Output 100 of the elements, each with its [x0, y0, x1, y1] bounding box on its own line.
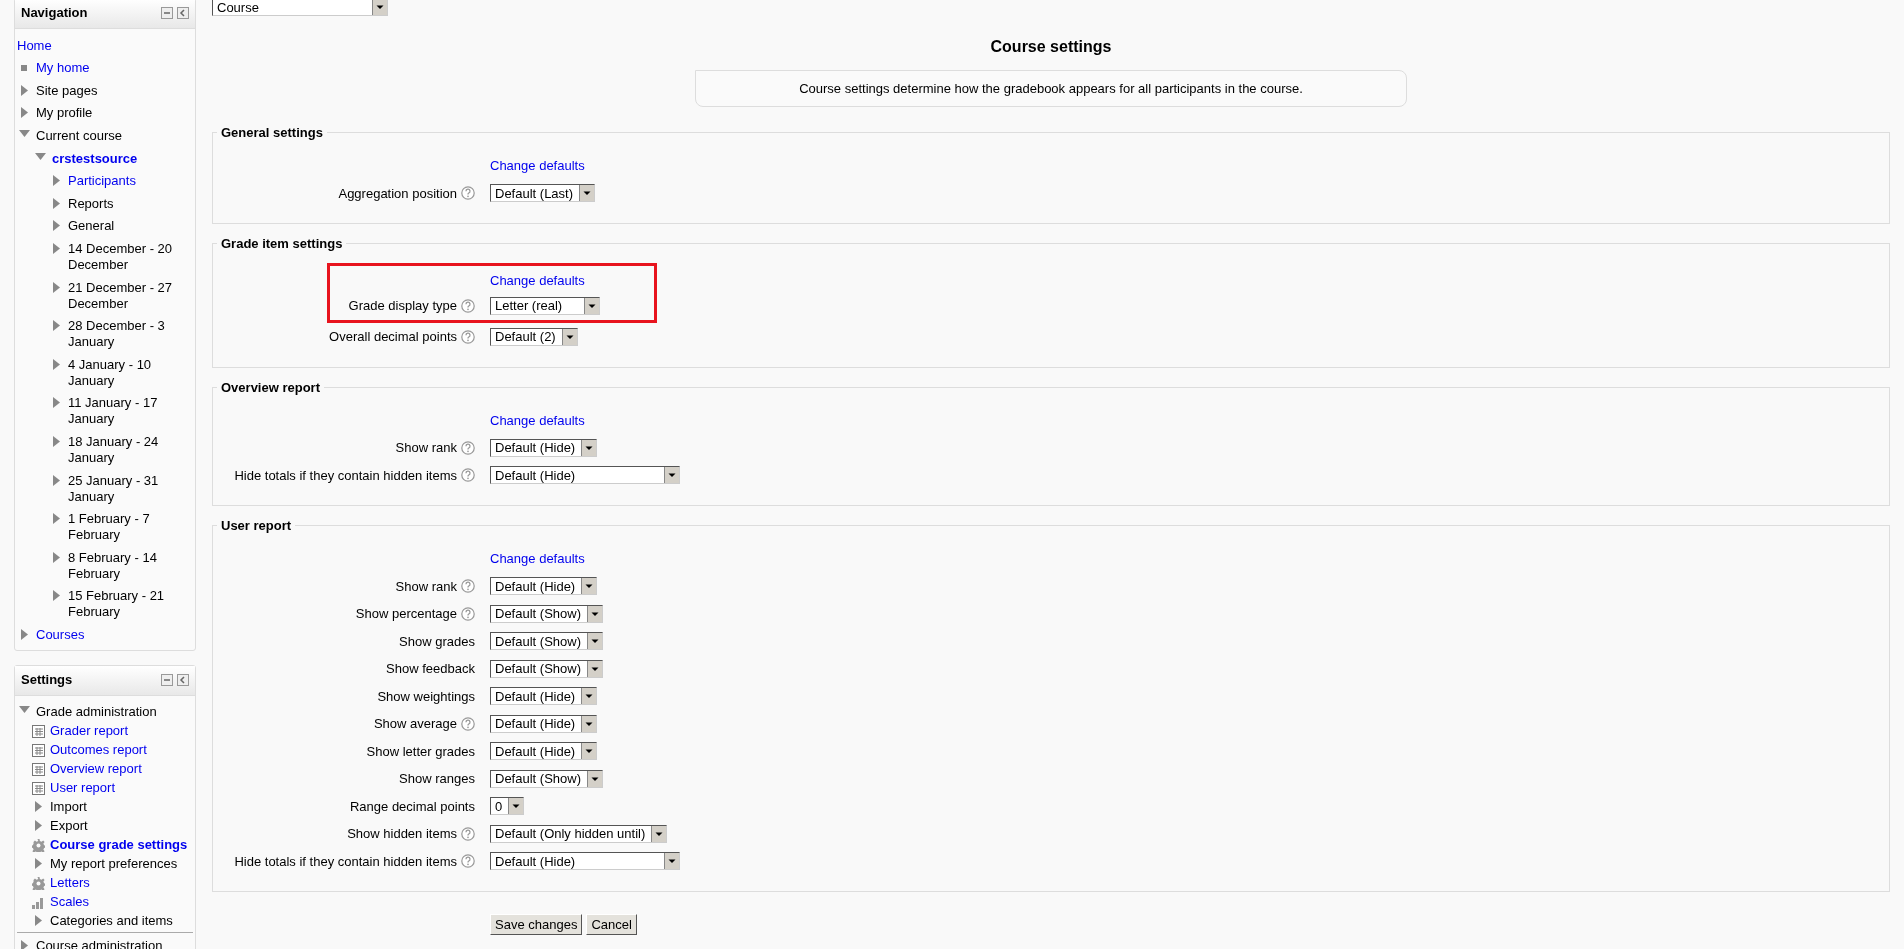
dropdown[interactable]: Default (Only hidden until) [490, 824, 668, 843]
nav-item[interactable]: 11 January - 17 January [68, 395, 193, 428]
field-label: Show rank [395, 440, 457, 456]
dock-icon[interactable] [177, 6, 189, 19]
description-box: Course settings determine how the gradebook appears for all participants in the course. [695, 70, 1407, 107]
nav-item[interactable]: My profile [36, 105, 93, 122]
help-icon[interactable] [461, 298, 475, 313]
help-icon[interactable] [461, 606, 475, 621]
nav-item[interactable]: 4 January - 10 January [68, 356, 193, 389]
nav-item[interactable]: 15 February - 21 February [68, 588, 193, 621]
collapsed-arrow-icon [34, 819, 42, 831]
dropdown[interactable]: Default (Show) [490, 769, 603, 788]
field-label: Overall decimal points [329, 329, 457, 345]
dropdown[interactable]: Default (Hide) [490, 714, 598, 733]
dropdown[interactable]: Default (Hide) [490, 742, 598, 761]
collapsed-arrow-icon [52, 590, 60, 602]
change-defaults-link[interactable]: Change defaults [490, 412, 585, 428]
nav-item[interactable]: Grade administration [36, 703, 157, 720]
change-defaults-link[interactable]: Change defaults [490, 551, 585, 567]
collapsed-arrow-icon [20, 84, 28, 96]
collapsed-arrow-icon [34, 857, 42, 869]
form-button[interactable]: Cancel [586, 914, 637, 935]
nav-item[interactable]: Site pages [36, 82, 98, 99]
field-label: Show feedback [386, 661, 475, 677]
dock-icon[interactable] [177, 673, 189, 686]
nav-item[interactable]: 1 February - 7 February [68, 511, 193, 544]
nav-item[interactable]: Outcomes report [50, 741, 147, 758]
nav-item[interactable]: crstestsource [52, 150, 138, 167]
nav-item[interactable]: Import [50, 798, 87, 815]
nav-item[interactable]: My report preferences [50, 855, 178, 872]
nav-item[interactable]: Scales [50, 893, 90, 910]
field-label: Hide totals if they contain hidden items [234, 467, 457, 483]
nav-item[interactable]: 28 December - 3 January [68, 318, 193, 351]
help-icon[interactable] [461, 468, 475, 483]
dropdown[interactable]: Default (Last) [490, 184, 596, 203]
dropdown[interactable]: 0 [490, 797, 525, 816]
dropdown[interactable]: Default (Show) [490, 659, 603, 678]
nav-item[interactable]: Export [50, 817, 88, 834]
section-title: Overview report [220, 379, 321, 395]
gear-icon [31, 876, 45, 890]
collapsed-arrow-icon [52, 197, 60, 209]
field-label: Show average [373, 716, 457, 732]
help-icon[interactable] [461, 329, 475, 344]
help-icon[interactable] [461, 716, 475, 731]
dropdown[interactable]: Default (Show) [490, 604, 603, 623]
nav-item[interactable]: Current course [36, 128, 122, 145]
report-icon [31, 724, 45, 738]
collapsed-arrow-icon [52, 281, 60, 293]
nav-item[interactable]: Categories and items [50, 912, 173, 929]
nav-item[interactable]: Home [17, 38, 52, 54]
dropdown[interactable]: Course [212, 0, 388, 16]
change-defaults-link[interactable]: Change defaults [490, 158, 585, 174]
nav-item[interactable]: 14 December - 20 December [68, 241, 193, 274]
nav-item[interactable]: 25 January - 31 January [68, 472, 193, 505]
section-title: User report [220, 518, 293, 533]
collapsed-arrow-icon [52, 397, 60, 409]
nav-item[interactable]: Course grade settings [50, 836, 188, 853]
dropdown[interactable]: Default (2) [490, 327, 578, 346]
help-icon[interactable] [461, 186, 475, 201]
collapsed-arrow-icon [52, 220, 60, 232]
expanded-arrow-icon [18, 705, 30, 713]
help-icon[interactable] [461, 440, 475, 455]
nav-item[interactable]: My home [36, 60, 90, 77]
section-title: Grade item settings [220, 236, 344, 251]
nav-item[interactable]: 18 January - 24 January [68, 434, 193, 466]
nav-item[interactable]: User report [50, 779, 116, 796]
dropdown[interactable]: Default (Hide) [490, 466, 680, 485]
field-label: Show percentage [355, 606, 457, 622]
help-icon[interactable] [461, 854, 475, 869]
page-heading: Course settings [989, 38, 1113, 56]
bar-chart-icon [31, 895, 45, 909]
nav-item[interactable]: Courses [36, 627, 85, 643]
dropdown[interactable]: Default (Hide) [490, 687, 598, 706]
collapsed-arrow-icon [20, 939, 28, 949]
dropdown[interactable]: Default (Show) [490, 632, 603, 651]
collapsed-arrow-icon [52, 175, 60, 187]
nav-item[interactable]: Letters [50, 874, 90, 891]
nav-item[interactable]: Participants [68, 173, 136, 190]
dropdown[interactable]: Default (Hide) [490, 438, 598, 457]
collapse-icon[interactable] [161, 6, 173, 19]
help-icon[interactable] [461, 826, 475, 841]
nav-item[interactable]: 21 December - 27 December [68, 279, 193, 312]
collapse-icon[interactable] [161, 673, 173, 686]
dropdown[interactable]: Letter (real) [490, 296, 600, 315]
nav-item[interactable]: General [68, 218, 115, 235]
dropdown[interactable]: Default (Hide) [490, 852, 680, 871]
help-icon[interactable] [461, 579, 475, 594]
collapsed-arrow-icon [20, 629, 28, 640]
collapsed-arrow-icon [52, 320, 60, 332]
collapsed-arrow-icon [52, 243, 60, 255]
field-label: Show weightings [377, 688, 475, 704]
dropdown[interactable]: Default (Hide) [490, 577, 598, 596]
collapsed-arrow-icon [52, 436, 60, 447]
form-button[interactable]: Save changes [490, 914, 583, 935]
bullet-icon [21, 65, 27, 72]
change-defaults-link[interactable]: Change defaults [490, 273, 585, 288]
nav-item[interactable]: Overview report [50, 760, 142, 777]
nav-item[interactable]: 8 February - 14 February [68, 549, 193, 582]
nav-item[interactable]: Reports [68, 195, 114, 212]
nav-item[interactable]: Grader report [50, 722, 129, 739]
